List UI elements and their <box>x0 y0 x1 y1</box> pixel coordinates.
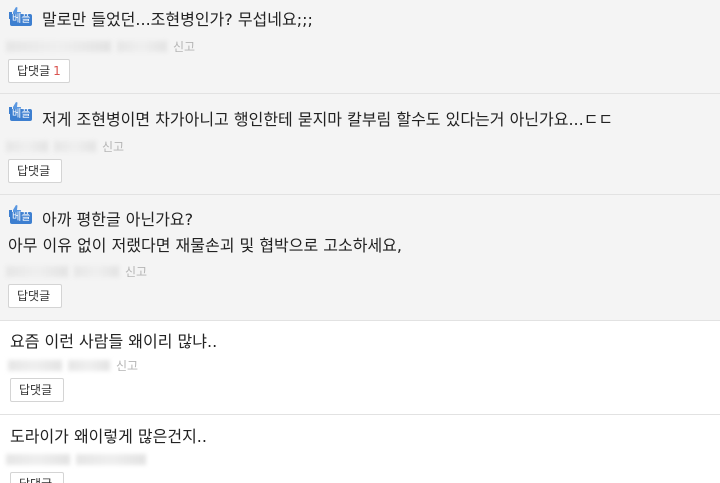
report-link[interactable]: 신고 <box>173 40 195 54</box>
comment-text: 도라이가 왜이렇게 많은건지.. <box>10 427 207 446</box>
date-blurred <box>68 360 110 371</box>
author-blurred <box>6 266 68 277</box>
best-label: 베플 <box>10 109 33 121</box>
reply-label: 답댓글 <box>17 164 51 178</box>
comment-meta: 신고 <box>6 39 195 54</box>
reply-button[interactable]: 답댓글 <box>10 472 65 483</box>
reply-button[interactable]: 답댓글 <box>8 284 63 308</box>
comment-text: 말로만 들었던...조현병인가? 무섭네요;;; <box>42 10 313 29</box>
comment-list: 베플 말로만 들었던...조현병인가? 무섭네요;;; 신고 답댓글 1 베플 저… <box>0 0 720 483</box>
date-blurred <box>76 454 146 465</box>
comment-meta <box>6 452 152 466</box>
comment-meta: 신고 <box>6 139 124 154</box>
best-label: 베플 <box>10 14 33 26</box>
reply-button[interactable]: 답댓글 1 <box>8 59 70 83</box>
best-label: 베플 <box>10 212 33 224</box>
reply-label: 답댓글 <box>19 383 53 397</box>
comment: 도라이가 왜이렇게 많은건지.. 답댓글 <box>0 415 720 483</box>
comment: 요즘 이런 사람들 왜이리 많냐.. 신고 답댓글 <box>0 321 720 415</box>
reply-label: 답댓글 <box>17 289 51 303</box>
report-link[interactable]: 신고 <box>116 359 138 373</box>
reply-button[interactable]: 답댓글 <box>8 159 63 183</box>
report-link[interactable]: 신고 <box>125 265 147 279</box>
best-badge: 베플 <box>8 204 36 226</box>
reply-label: 답댓글 <box>17 64 51 78</box>
comment-text: 요즘 이런 사람들 왜이리 많냐.. <box>10 332 218 351</box>
best-badge: 베플 <box>8 6 36 28</box>
reply-button[interactable]: 답댓글 <box>10 378 65 402</box>
best-comment: 베플 말로만 들었던...조현병인가? 무섭네요;;; 신고 답댓글 1 <box>0 0 720 94</box>
reply-label: 답댓글 <box>19 477 52 483</box>
author-blurred <box>6 454 70 465</box>
date-blurred <box>54 141 96 152</box>
author-blurred <box>8 360 62 371</box>
comment-text: 아까 평한글 아닌가요? <box>42 210 194 229</box>
best-comment: 베플 아까 평한글 아닌가요? 아무 이유 없이 저랬다면 재물손괴 및 협박으… <box>0 195 720 321</box>
best-comment: 베플 저게 조현병이면 차가아니고 행인한테 묻지마 칼부림 할수도 있다는거 … <box>0 94 720 195</box>
comment-text-line-2: 아무 이유 없이 저랬다면 재물손괴 및 협박으로 고소하세요, <box>8 236 402 255</box>
best-badge: 베플 <box>8 101 36 123</box>
reply-count: 1 <box>53 64 61 78</box>
author-blurred <box>6 41 111 52</box>
date-blurred <box>117 41 167 52</box>
comment-meta: 신고 <box>8 358 138 373</box>
comment-meta: 신고 <box>6 264 147 279</box>
author-blurred <box>6 141 48 152</box>
date-blurred <box>74 266 119 277</box>
comment-text: 저게 조현병이면 차가아니고 행인한테 묻지마 칼부림 할수도 있다는거 아닌가… <box>42 110 614 129</box>
report-link[interactable]: 신고 <box>102 140 124 154</box>
